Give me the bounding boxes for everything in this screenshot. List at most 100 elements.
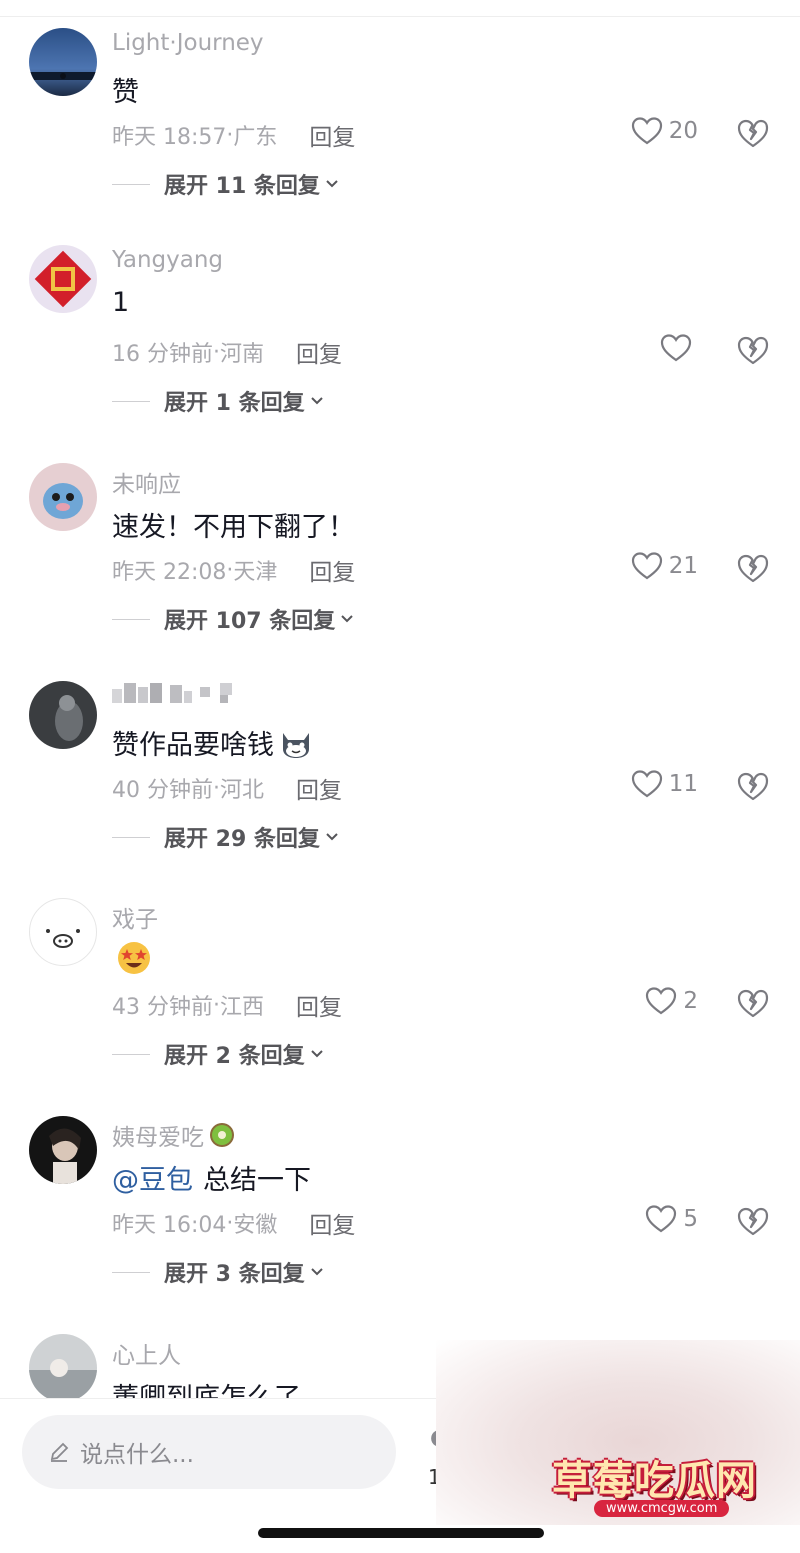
location: 河南 (220, 342, 265, 367)
input-placeholder: 说点什么... (80, 1442, 194, 1468)
location: 安徽 (233, 1213, 278, 1238)
like-count: 2 (683, 988, 698, 1014)
comment-text-content: 董卿到底怎么了 (112, 1376, 301, 1398)
chevron-down-icon (341, 615, 353, 623)
meta-separator: · (226, 122, 234, 148)
heart-icon (631, 117, 662, 145)
broken-heart-icon[interactable] (736, 986, 770, 1020)
timestamp: 16 分钟前 (112, 342, 213, 367)
heart-icon (646, 987, 677, 1015)
like-count: 11 (668, 771, 698, 797)
expand-divider (112, 1053, 150, 1055)
comment-text: 速发！不用下翻了！ (112, 505, 355, 544)
username-text: 姨母爱吃 (112, 1125, 204, 1151)
broken-heart-icon[interactable] (736, 551, 770, 585)
reply-button[interactable]: 回复 (296, 988, 342, 1022)
like-count: 21 (668, 553, 698, 579)
username[interactable]: 姨母爱吃 (112, 1118, 236, 1152)
like-button[interactable] (660, 333, 698, 363)
reply-button[interactable]: 回复 (309, 1206, 355, 1240)
meta-separator: · (226, 1210, 234, 1236)
comment-item: 戏子 43 分钟前 · 江西 回复 2 展开 2 条回复 (0, 890, 800, 1090)
chevron-down-icon (326, 833, 338, 841)
timestamp: 40 分钟前 (112, 778, 213, 803)
location: 天津 (233, 560, 278, 585)
expand-replies-button[interactable]: 展开 3 条回复 (112, 1256, 325, 1288)
expand-replies-button[interactable]: 展开 1 条回复 (112, 385, 325, 417)
username[interactable]: Yangyang (112, 247, 223, 273)
mention-link[interactable]: @豆包 (112, 1158, 193, 1197)
expand-replies-button[interactable]: 展开 11 条回复 (112, 168, 340, 200)
username[interactable]: 戏子 (112, 900, 158, 934)
avatar[interactable] (29, 681, 97, 749)
like-button[interactable]: 21 (631, 551, 698, 581)
meta-separator: · (213, 339, 220, 365)
comment-text-content: 赞作品要啥钱 (112, 730, 274, 761)
meta-separator: · (213, 992, 220, 1018)
broken-heart-icon[interactable] (736, 769, 770, 803)
comment-text (112, 940, 152, 976)
expand-replies-label: 展开 29 条回复 (164, 827, 320, 852)
like-button[interactable]: 2 (645, 986, 698, 1016)
timestamp: 43 分钟前 (112, 995, 213, 1020)
cat-emoji-icon (283, 732, 309, 758)
avatar[interactable] (29, 28, 97, 96)
comment-meta: 昨天 18:57 · 广东 回复 (112, 118, 355, 152)
like-count: 5 (683, 1206, 698, 1232)
heart-icon (631, 770, 662, 798)
avatar[interactable] (29, 1334, 97, 1398)
username[interactable]: 未响应 (112, 465, 181, 499)
broken-heart-icon[interactable] (736, 1204, 770, 1238)
username[interactable]: Light·Journey (112, 30, 264, 56)
comment-item: Light·Journey 赞 昨天 18:57 · 广东 回复 20 展开 1… (0, 20, 800, 220)
like-button[interactable]: 11 (631, 769, 698, 799)
heart-icon (646, 1205, 677, 1233)
meta-separator: · (213, 775, 220, 801)
comment-text-content: 1 (112, 287, 130, 318)
reply-button[interactable]: 回复 (309, 118, 355, 152)
comment-item: 姨母爱吃 @豆包 总结一下 昨天 16:04 · 安徽 回复 5 展开 3 条回… (0, 1108, 800, 1308)
timestamp: 昨天 16:04 (112, 1213, 227, 1238)
home-indicator[interactable] (258, 1528, 544, 1538)
comment-text-content: 速发！不用下翻了！ (112, 512, 355, 543)
comment-text: 1 (112, 287, 129, 318)
reply-button[interactable]: 回复 (309, 553, 355, 587)
like-button[interactable]: 20 (631, 116, 698, 146)
comment-item: 未响应 速发！不用下翻了！ 昨天 22:08 · 天津 回复 21 展开 107… (0, 455, 800, 655)
location: 广东 (233, 125, 278, 150)
heart-icon (631, 552, 662, 580)
avatar[interactable] (29, 1116, 97, 1184)
broken-heart-icon[interactable] (736, 333, 770, 367)
like-button[interactable]: 5 (645, 1204, 698, 1234)
comment-meta: 43 分钟前 · 江西 回复 (112, 988, 342, 1022)
reply-button[interactable]: 回复 (296, 335, 342, 369)
username-pixelated[interactable] (112, 679, 238, 707)
comment-input[interactable]: 说点什么... (22, 1415, 396, 1489)
broken-heart-icon[interactable] (736, 116, 770, 150)
expand-replies-button[interactable]: 展开 29 条回复 (112, 821, 340, 853)
expand-divider (112, 836, 150, 838)
expand-replies-button[interactable]: 展开 107 条回复 (112, 603, 355, 635)
comment-text: 董卿到底怎么了 (112, 1376, 301, 1398)
reply-button[interactable]: 回复 (296, 771, 342, 805)
watermark-url: www.cmcgw.com (594, 1500, 730, 1517)
heart-icon (660, 334, 692, 362)
comment-text: 赞作品要啥钱 (112, 723, 314, 762)
avatar[interactable] (29, 245, 97, 313)
expand-replies-label: 展开 3 条回复 (164, 1262, 305, 1287)
expand-replies-button[interactable]: 展开 2 条回复 (112, 1038, 325, 1070)
pencil-icon (50, 1442, 69, 1462)
kiwi-emoji-icon (210, 1123, 234, 1147)
location: 河北 (220, 778, 265, 803)
expand-replies-label: 展开 1 条回复 (164, 391, 305, 416)
username[interactable]: 心上人 (112, 1336, 181, 1370)
avatar[interactable] (29, 898, 97, 966)
chevron-down-icon (310, 1268, 323, 1276)
comment-item: Yangyang 1 16 分钟前 · 河南 回复 展开 1 条回复 (0, 237, 800, 437)
watermark: 草莓吃瓜网 www.cmcgw.com (436, 1340, 800, 1525)
timestamp: 昨天 18:57 (112, 125, 227, 150)
comment-text-content: 总结一下 (203, 1165, 311, 1196)
expand-divider (112, 400, 150, 402)
like-count: 20 (668, 118, 698, 144)
avatar[interactable] (29, 463, 97, 531)
